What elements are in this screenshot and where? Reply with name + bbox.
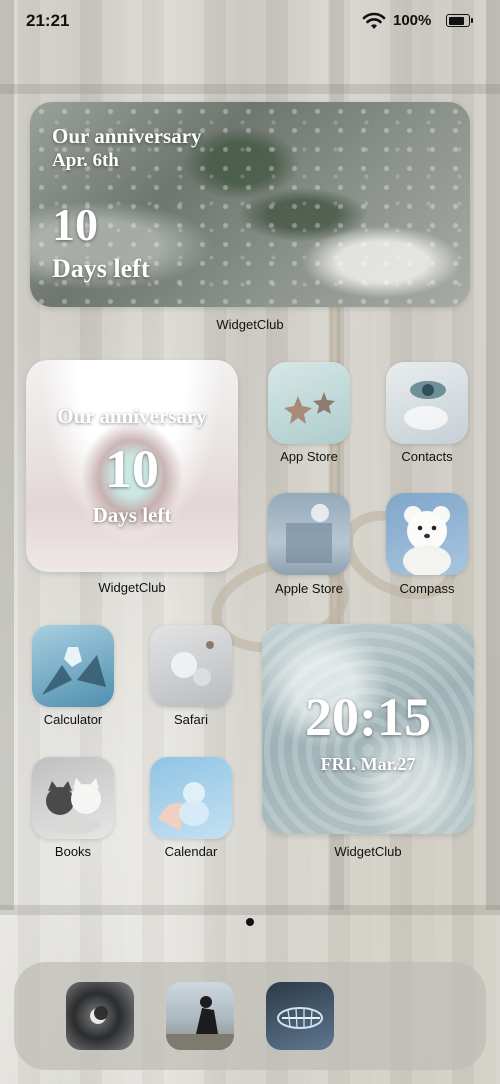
- widget-caption: WidgetClub: [334, 844, 402, 859]
- app-label: Apple Store: [275, 581, 343, 596]
- anniversary-widget-large[interactable]: Our anniversary Apr. 6th 10 Days left: [30, 102, 470, 307]
- widget-caption: WidgetClub: [98, 580, 166, 595]
- safari-icon[interactable]: [150, 625, 232, 707]
- clock-widget[interactable]: 20:15 FRI. Mar.27: [262, 624, 474, 834]
- app-label: Calendar: [164, 844, 218, 859]
- widget-date: Apr. 6th: [52, 150, 119, 171]
- starfish-icon: [284, 392, 335, 424]
- app-label: Calculator: [43, 712, 103, 727]
- dock: [14, 962, 486, 1070]
- status-bar: 21:21 100%: [0, 0, 500, 44]
- clock-date: FRI. Mar.27: [320, 754, 416, 774]
- battery-percent: 100%: [393, 12, 432, 29]
- window-frame: [0, 84, 500, 94]
- days-count: 10: [105, 439, 159, 499]
- page-indicator-dot[interactable]: [246, 918, 254, 926]
- foggy-window-icon: [286, 504, 332, 563]
- days-count: 10: [52, 199, 98, 250]
- moon-photo-icon[interactable]: [66, 982, 134, 1050]
- crescent-moon-icon: [90, 1006, 108, 1024]
- compass-icon[interactable]: [386, 493, 468, 575]
- status-time: 21:21: [26, 11, 70, 30]
- window-frame: [0, 0, 14, 910]
- clock-time: 20:15: [305, 687, 431, 747]
- widget-caption: WidgetClub: [216, 317, 284, 332]
- app-label: App Store: [280, 449, 338, 464]
- seated-figure-icon[interactable]: [166, 982, 234, 1050]
- xray-fish-icon: [277, 1007, 323, 1029]
- anniversary-widget-small[interactable]: Our anniversary 10 Days left: [26, 360, 238, 572]
- glass-bottles-icon: [171, 641, 214, 686]
- hands-icon: [42, 647, 106, 695]
- days-left-label: Days left: [92, 503, 172, 527]
- app-store-icon[interactable]: [268, 362, 350, 444]
- glass-bear-icon: [158, 782, 209, 831]
- app-label: Contacts: [401, 449, 453, 464]
- calculator-icon[interactable]: [32, 625, 114, 707]
- window-frame: [486, 0, 500, 910]
- cat-plush-icon: [46, 778, 101, 834]
- eye-closeup-icon: [404, 381, 448, 430]
- person-silhouette-icon: [166, 996, 234, 1050]
- app-label: Safari: [174, 712, 208, 727]
- fish-skeleton-icon[interactable]: [266, 982, 334, 1050]
- books-icon[interactable]: [32, 757, 114, 839]
- contacts-icon[interactable]: [386, 362, 468, 444]
- app-label: Compass: [399, 581, 455, 596]
- calendar-icon[interactable]: [150, 757, 232, 839]
- apple-store-icon[interactable]: [268, 493, 350, 575]
- widget-title: Our anniversary: [57, 404, 207, 428]
- days-left-label: Days left: [52, 254, 150, 283]
- window-sill: [0, 905, 500, 915]
- app-label: Books: [54, 844, 92, 859]
- battery-icon: [446, 14, 473, 27]
- wifi-icon: [362, 12, 386, 29]
- widget-title: Our anniversary: [52, 124, 202, 148]
- teddy-bear-icon: [403, 506, 451, 575]
